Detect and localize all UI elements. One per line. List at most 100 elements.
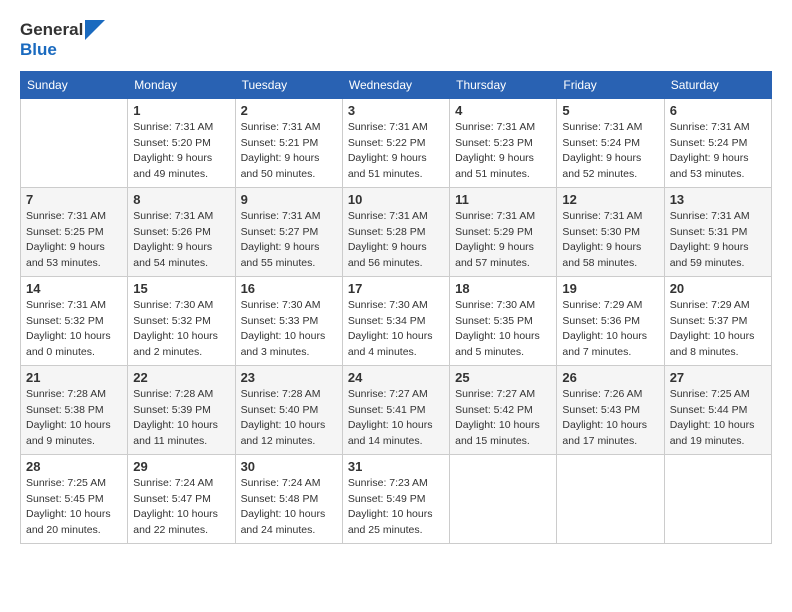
day-info: Sunrise: 7:28 AMSunset: 5:40 PMDaylight:…: [241, 387, 337, 450]
day-info: Sunrise: 7:31 AMSunset: 5:30 PMDaylight:…: [562, 209, 658, 272]
day-number: 27: [670, 370, 766, 385]
day-cell: 21Sunrise: 7:28 AMSunset: 5:38 PMDayligh…: [21, 365, 128, 454]
calendar-table: SundayMondayTuesdayWednesdayThursdayFrid…: [20, 71, 772, 544]
day-cell: 29 Sunrise: 7:24 AMSunset: 5:47 PMDayligh…: [128, 454, 235, 543]
day-number: 3: [348, 103, 444, 118]
day-cell: [450, 454, 557, 543]
day-cell: 10 Sunrise: 7:31 AMSunset: 5:28 PMDayligh…: [342, 187, 449, 276]
day-cell: 31Sunrise: 7:23 AMSunset: 5:49 PMDayligh…: [342, 454, 449, 543]
day-info: Sunrise: 7:31 AMSunset: 5:31 PMDaylight:…: [670, 209, 766, 272]
day-cell: 27 Sunrise: 7:25 AMSunset: 5:44 PMDayligh…: [664, 365, 771, 454]
day-number: 2: [241, 103, 337, 118]
day-cell: 18 Sunrise: 7:30 AMSunset: 5:35 PMDayligh…: [450, 276, 557, 365]
week-row-2: 7 Sunrise: 7:31 AMSunset: 5:25 PMDaylight…: [21, 187, 772, 276]
day-cell: 15 Sunrise: 7:30 AMSunset: 5:32 PMDayligh…: [128, 276, 235, 365]
day-number: 28: [26, 459, 122, 474]
day-cell: 7 Sunrise: 7:31 AMSunset: 5:25 PMDaylight…: [21, 187, 128, 276]
day-cell: 25 Sunrise: 7:27 AMSunset: 5:42 PMDayligh…: [450, 365, 557, 454]
day-cell: 4Sunrise: 7:31 AMSunset: 5:23 PMDaylight…: [450, 98, 557, 187]
day-number: 6: [670, 103, 766, 118]
day-cell: [557, 454, 664, 543]
day-cell: [664, 454, 771, 543]
day-cell: 1 Sunrise: 7:31 AMSunset: 5:20 PMDaylight…: [128, 98, 235, 187]
day-number: 16: [241, 281, 337, 296]
day-number: 7: [26, 192, 122, 207]
day-number: 26: [562, 370, 658, 385]
week-row-4: 21Sunrise: 7:28 AMSunset: 5:38 PMDayligh…: [21, 365, 772, 454]
day-cell: 2 Sunrise: 7:31 AMSunset: 5:21 PMDaylight…: [235, 98, 342, 187]
day-number: 1: [133, 103, 229, 118]
day-number: 9: [241, 192, 337, 207]
day-number: 30: [241, 459, 337, 474]
day-cell: 19Sunrise: 7:29 AMSunset: 5:36 PMDayligh…: [557, 276, 664, 365]
day-number: 24: [348, 370, 444, 385]
header: General Blue: [20, 20, 772, 61]
day-cell: 26 Sunrise: 7:26 AMSunset: 5:43 PMDayligh…: [557, 365, 664, 454]
weekday-header-friday: Friday: [557, 71, 664, 98]
day-info: Sunrise: 7:25 AMSunset: 5:44 PMDaylight:…: [670, 387, 766, 450]
day-number: 19: [562, 281, 658, 296]
day-cell: 16 Sunrise: 7:30 AMSunset: 5:33 PMDayligh…: [235, 276, 342, 365]
day-info: Sunrise: 7:24 AMSunset: 5:48 PMDaylight:…: [241, 476, 337, 539]
day-number: 29: [133, 459, 229, 474]
day-info: Sunrise: 7:30 AMSunset: 5:32 PMDaylight:…: [133, 298, 229, 361]
day-info: Sunrise: 7:31 AMSunset: 5:24 PMDaylight:…: [562, 120, 658, 183]
week-row-1: 1 Sunrise: 7:31 AMSunset: 5:20 PMDaylight…: [21, 98, 772, 187]
day-cell: 13 Sunrise: 7:31 AMSunset: 5:31 PMDayligh…: [664, 187, 771, 276]
day-info: Sunrise: 7:30 AMSunset: 5:35 PMDaylight:…: [455, 298, 551, 361]
day-info: Sunrise: 7:31 AMSunset: 5:29 PMDaylight:…: [455, 209, 551, 272]
day-cell: [21, 98, 128, 187]
day-number: 25: [455, 370, 551, 385]
day-number: 22: [133, 370, 229, 385]
day-cell: 8Sunrise: 7:31 AMSunset: 5:26 PMDaylight…: [128, 187, 235, 276]
weekday-header-saturday: Saturday: [664, 71, 771, 98]
day-info: Sunrise: 7:31 AMSunset: 5:28 PMDaylight:…: [348, 209, 444, 272]
day-cell: 17 Sunrise: 7:30 AMSunset: 5:34 PMDayligh…: [342, 276, 449, 365]
day-info: Sunrise: 7:31 AMSunset: 5:27 PMDaylight:…: [241, 209, 337, 272]
day-number: 14: [26, 281, 122, 296]
weekday-header-tuesday: Tuesday: [235, 71, 342, 98]
day-info: Sunrise: 7:30 AMSunset: 5:34 PMDaylight:…: [348, 298, 444, 361]
day-info: Sunrise: 7:27 AMSunset: 5:41 PMDaylight:…: [348, 387, 444, 450]
day-info: Sunrise: 7:24 AMSunset: 5:47 PMDaylight:…: [133, 476, 229, 539]
day-info: Sunrise: 7:27 AMSunset: 5:42 PMDaylight:…: [455, 387, 551, 450]
weekday-header-thursday: Thursday: [450, 71, 557, 98]
day-number: 11: [455, 192, 551, 207]
day-info: Sunrise: 7:31 AMSunset: 5:25 PMDaylight:…: [26, 209, 122, 272]
day-cell: 20 Sunrise: 7:29 AMSunset: 5:37 PMDayligh…: [664, 276, 771, 365]
day-cell: 3 Sunrise: 7:31 AMSunset: 5:22 PMDaylight…: [342, 98, 449, 187]
day-info: Sunrise: 7:26 AMSunset: 5:43 PMDaylight:…: [562, 387, 658, 450]
day-info: Sunrise: 7:31 AMSunset: 5:20 PMDaylight:…: [133, 120, 229, 183]
day-cell: 23Sunrise: 7:28 AMSunset: 5:40 PMDayligh…: [235, 365, 342, 454]
day-info: Sunrise: 7:28 AMSunset: 5:38 PMDaylight:…: [26, 387, 122, 450]
day-cell: 9 Sunrise: 7:31 AMSunset: 5:27 PMDaylight…: [235, 187, 342, 276]
day-info: Sunrise: 7:29 AMSunset: 5:37 PMDaylight:…: [670, 298, 766, 361]
day-info: Sunrise: 7:28 AMSunset: 5:39 PMDaylight:…: [133, 387, 229, 450]
weekday-header-row: SundayMondayTuesdayWednesdayThursdayFrid…: [21, 71, 772, 98]
logo-triangle-icon: [85, 20, 105, 40]
day-number: 15: [133, 281, 229, 296]
day-number: 20: [670, 281, 766, 296]
day-number: 4: [455, 103, 551, 118]
day-cell: 14 Sunrise: 7:31 AMSunset: 5:32 PMDayligh…: [21, 276, 128, 365]
day-cell: 5Sunrise: 7:31 AMSunset: 5:24 PMDaylight…: [557, 98, 664, 187]
day-number: 10: [348, 192, 444, 207]
day-info: Sunrise: 7:31 AMSunset: 5:21 PMDaylight:…: [241, 120, 337, 183]
day-info: Sunrise: 7:25 AMSunset: 5:45 PMDaylight:…: [26, 476, 122, 539]
day-cell: 22 Sunrise: 7:28 AMSunset: 5:39 PMDayligh…: [128, 365, 235, 454]
day-cell: 11 Sunrise: 7:31 AMSunset: 5:29 PMDayligh…: [450, 187, 557, 276]
day-number: 13: [670, 192, 766, 207]
day-cell: 12Sunrise: 7:31 AMSunset: 5:30 PMDayligh…: [557, 187, 664, 276]
page-container: General Blue SundayMondayTuesdayWednesda…: [20, 20, 772, 544]
day-cell: 6Sunrise: 7:31 AMSunset: 5:24 PMDaylight…: [664, 98, 771, 187]
day-number: 31: [348, 459, 444, 474]
day-info: Sunrise: 7:30 AMSunset: 5:33 PMDaylight:…: [241, 298, 337, 361]
day-cell: 24 Sunrise: 7:27 AMSunset: 5:41 PMDayligh…: [342, 365, 449, 454]
day-cell: 28 Sunrise: 7:25 AMSunset: 5:45 PMDayligh…: [21, 454, 128, 543]
day-info: Sunrise: 7:31 AMSunset: 5:22 PMDaylight:…: [348, 120, 444, 183]
week-row-5: 28 Sunrise: 7:25 AMSunset: 5:45 PMDayligh…: [21, 454, 772, 543]
day-info: Sunrise: 7:31 AMSunset: 5:32 PMDaylight:…: [26, 298, 122, 361]
day-number: 17: [348, 281, 444, 296]
day-number: 18: [455, 281, 551, 296]
weekday-header-monday: Monday: [128, 71, 235, 98]
